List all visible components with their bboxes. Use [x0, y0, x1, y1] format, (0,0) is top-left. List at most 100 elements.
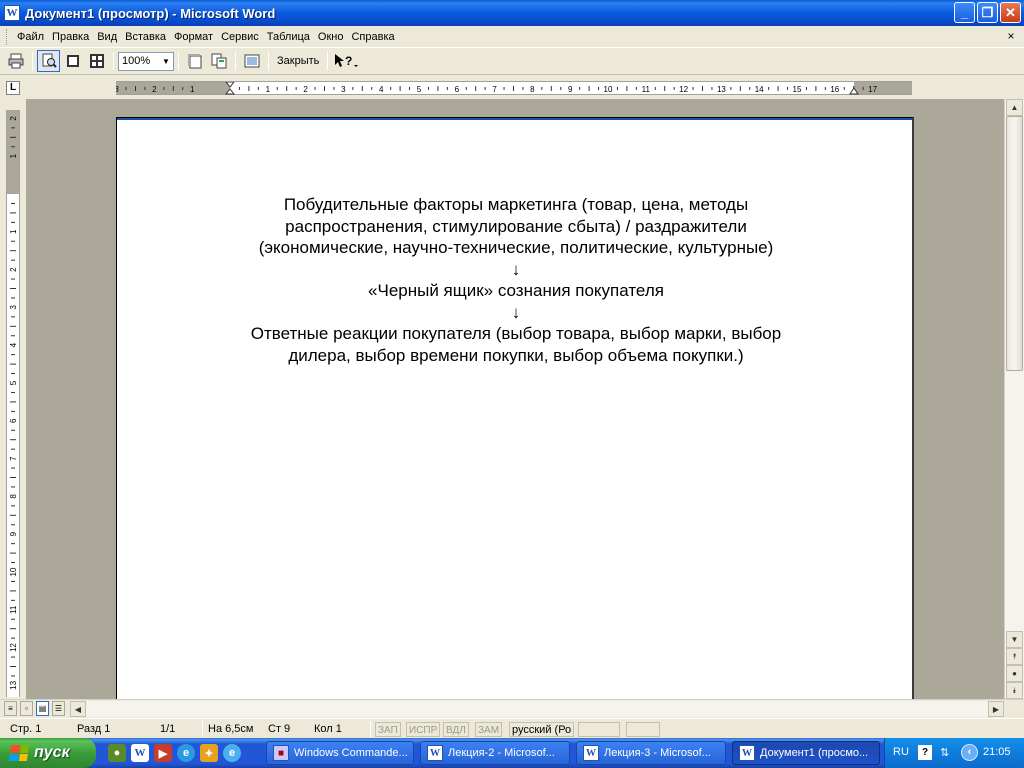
menubar-grip[interactable] — [6, 28, 9, 45]
document-close-icon[interactable]: × — [1004, 29, 1018, 43]
view-rulers-button[interactable] — [183, 50, 206, 72]
menu-table[interactable]: Таблица — [263, 31, 314, 43]
close-button[interactable]: ✕ — [1000, 2, 1021, 23]
zoom-select[interactable]: 100% ▼ — [118, 51, 174, 71]
menu-tools[interactable]: Сервис — [217, 31, 263, 43]
menu-format[interactable]: Формат — [170, 31, 217, 43]
ruler-toggle-icon — [187, 54, 201, 69]
horizontal-ruler[interactable]: 3 2 1 1 2 3 4 5 6 7 8 9 10 11 12 13 14 15 16 17 — [116, 81, 912, 95]
ruler-tick-label: 1 — [266, 85, 271, 94]
context-help-button[interactable]: ? — [332, 50, 362, 72]
horizontal-scrollbar[interactable]: ◀ ▶ — [70, 701, 1004, 717]
close-preview-button[interactable]: Закрыть — [273, 55, 323, 67]
vertical-ruler-scale: 2112345678910111213 — [9, 116, 18, 690]
ruler-tick-label: 8 — [9, 494, 18, 499]
menu-edit[interactable]: Правка — [48, 31, 93, 43]
task-windows-commander[interactable]: ■ Windows Commande... — [266, 741, 414, 765]
vertical-scrollbar[interactable]: ▲ ▼ ⯭ ● ⯯ — [1004, 99, 1024, 699]
word-app-icon[interactable]: W — [4, 5, 20, 21]
menu-window[interactable]: Окно — [314, 31, 348, 43]
task-label: Лекция-3 - Microsof... — [604, 747, 711, 759]
ruler-tick-label: 2 — [9, 267, 18, 272]
media-player-icon[interactable]: ▶ — [154, 744, 172, 762]
task-lecture-3[interactable]: W Лекция-3 - Microsof... — [576, 741, 726, 765]
show-hidden-icons-icon[interactable]: ‹ — [961, 744, 978, 761]
network-icon[interactable]: ⇅ — [940, 746, 949, 759]
shrink-to-fit-icon — [211, 53, 226, 69]
browser-icon[interactable]: e — [223, 744, 241, 762]
indent-marker-icon[interactable] — [224, 82, 236, 95]
chevron-down-icon[interactable]: ▼ — [159, 53, 173, 70]
status-overtype[interactable]: ЗАМ — [475, 722, 503, 737]
text-line: Побудительные факторы маркетинга (товар,… — [283, 195, 749, 214]
restore-button[interactable]: ❐ — [977, 2, 998, 23]
status-extra — [626, 722, 660, 737]
status-track-changes[interactable]: ИСПР — [406, 722, 441, 737]
status-language[interactable]: русский (Ро — [509, 722, 575, 737]
task-label: Лекция-2 - Microsof... — [448, 747, 555, 759]
ruler-tick-label: 2 — [152, 85, 157, 94]
web-view-button[interactable]: ▫ — [20, 701, 33, 716]
messenger-icon[interactable]: ✦ — [200, 744, 218, 762]
tab-selector-button[interactable]: L — [6, 81, 20, 95]
down-arrow-line: ↓ — [511, 302, 521, 322]
browse-object-button[interactable]: ● — [1006, 665, 1023, 682]
ruler-row: L 3 2 1 1 2 3 4 5 6 7 8 9 10 11 12 13 14 15 16 17 — [0, 77, 1024, 99]
task-lecture-2[interactable]: W Лекция-2 - Microsof... — [420, 741, 570, 765]
taskbar: пуск ● W ▶ e ✦ e ■ Windows Commande... W… — [0, 738, 1024, 768]
full-screen-button[interactable] — [240, 50, 263, 72]
right-indent-marker-icon[interactable] — [849, 87, 859, 95]
language-indicator[interactable]: RU — [893, 746, 909, 758]
task-label: Документ1 (просмо... — [760, 747, 869, 759]
menu-view[interactable]: Вид — [93, 31, 121, 43]
one-page-button[interactable] — [61, 50, 84, 72]
magnifier-button[interactable] — [37, 50, 60, 72]
toolbar-separator — [235, 52, 236, 70]
scroll-up-button[interactable]: ▲ — [1006, 99, 1023, 116]
shrink-to-fit-button[interactable] — [207, 50, 230, 72]
print-layout-button[interactable]: ▤ — [36, 701, 49, 716]
word-quicklaunch-icon[interactable]: W — [131, 744, 149, 762]
status-page-of: 1/1 — [160, 723, 176, 735]
status-separator — [202, 721, 203, 737]
status-rec[interactable]: ЗАП — [375, 722, 401, 737]
show-desktop-icon[interactable]: ● — [108, 744, 126, 762]
status-spelling[interactable] — [578, 722, 620, 737]
menu-file[interactable]: Файл — [13, 31, 48, 43]
ruler-tick-label: 12 — [9, 643, 18, 652]
text-line: Ответные реакции покупателя (выбор товар… — [250, 324, 782, 343]
text-line: «Черный ящик» сознания покупателя — [368, 281, 664, 300]
normal-view-button[interactable]: ≡ — [4, 701, 17, 716]
ruler-tick-label: 4 — [379, 85, 384, 94]
scroll-thumb[interactable] — [1006, 116, 1023, 371]
ruler-tick-label: 10 — [604, 85, 613, 94]
clock[interactable]: 21:05 — [983, 746, 1011, 758]
vertical-ruler[interactable]: 2 1 1 2 3 4 5 6 7 8 9 10 11 12 13 — [6, 110, 20, 697]
previous-page-button[interactable]: ⯭ — [1006, 648, 1023, 665]
status-extend[interactable]: ВДЛ — [443, 722, 469, 737]
task-document1[interactable]: W Документ1 (просмо... — [732, 741, 880, 765]
print-button[interactable] — [4, 50, 27, 72]
full-screen-icon — [244, 54, 259, 68]
zoom-value: 100% — [122, 55, 151, 67]
toolbar-separator — [113, 52, 114, 70]
ruler-tick-label: 5 — [417, 85, 422, 94]
scroll-down-button[interactable]: ▼ — [1006, 631, 1023, 648]
next-page-button[interactable]: ⯯ — [1006, 682, 1023, 699]
scroll-left-button[interactable]: ◀ — [70, 701, 86, 717]
internet-explorer-icon[interactable]: e — [177, 744, 195, 762]
document-page[interactable]: Побудительные факторы маркетинга (товар,… — [116, 117, 914, 699]
outline-view-button[interactable]: ☰ — [52, 701, 65, 716]
scroll-right-button[interactable]: ▶ — [988, 701, 1004, 717]
minimize-button[interactable]: _ — [954, 2, 975, 23]
ruler-tick-label: 2 — [9, 116, 18, 121]
menu-insert[interactable]: Вставка — [121, 31, 170, 43]
ruler-tick-label: 11 — [642, 85, 651, 94]
multiple-pages-button[interactable] — [85, 50, 108, 72]
help-tray-icon[interactable]: ? — [918, 745, 932, 760]
menu-help[interactable]: Справка — [347, 31, 398, 43]
ruler-tick-label: 1 — [9, 229, 18, 234]
preview-workspace: Побудительные факторы маркетинга (товар,… — [26, 99, 1004, 699]
start-button[interactable]: пуск — [0, 738, 96, 768]
context-help-icon: ? — [335, 54, 359, 68]
